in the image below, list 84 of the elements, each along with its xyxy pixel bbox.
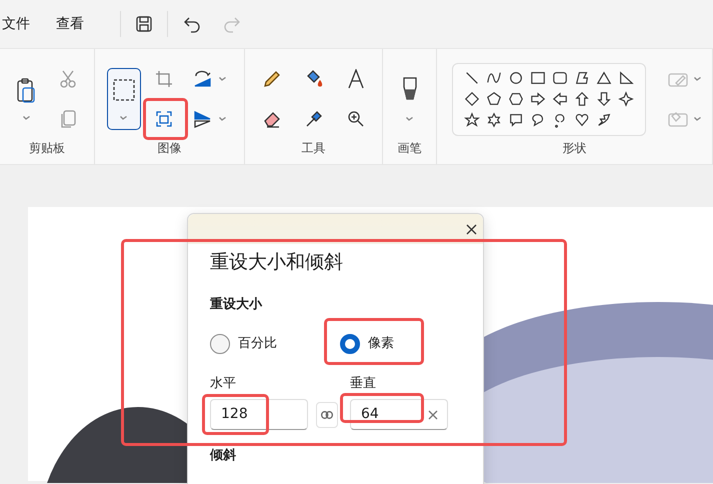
caret-icon bbox=[120, 116, 127, 120]
text-icon bbox=[346, 69, 364, 89]
rotate-icon bbox=[193, 70, 213, 88]
pentagon-icon bbox=[486, 91, 502, 107]
section-heading: 倾斜 bbox=[210, 446, 237, 464]
polygon-icon bbox=[574, 70, 590, 86]
eraser-button[interactable] bbox=[262, 110, 280, 128]
copy-icon bbox=[60, 110, 76, 128]
color-picker-button[interactable] bbox=[304, 110, 322, 128]
caret-icon bbox=[219, 77, 226, 81]
diamond-icon bbox=[464, 91, 480, 107]
eraser-icon bbox=[262, 110, 280, 128]
section-heading: 重设大小 bbox=[210, 296, 264, 314]
caret-icon bbox=[219, 117, 226, 121]
copy-button[interactable] bbox=[60, 110, 76, 128]
left-arrow-icon bbox=[552, 91, 568, 107]
five-point-star-icon bbox=[464, 112, 480, 128]
caret-icon bbox=[406, 117, 413, 121]
six-point-star-icon bbox=[486, 112, 502, 128]
right-triangle-icon bbox=[618, 70, 634, 86]
rectangular-callout-icon bbox=[508, 112, 524, 128]
crop-button[interactable] bbox=[154, 70, 172, 88]
brush-icon bbox=[402, 77, 416, 101]
brush-button[interactable] bbox=[402, 77, 416, 121]
crop-icon bbox=[154, 70, 172, 88]
selection-button[interactable] bbox=[106, 68, 140, 130]
rounded-rectangle-icon bbox=[552, 70, 568, 86]
circle-icon bbox=[508, 70, 524, 86]
four-point-star-icon bbox=[618, 91, 634, 107]
group-label: 画笔 bbox=[398, 140, 422, 157]
radio-option[interactable]: 百分比 bbox=[210, 334, 340, 354]
rotate-button[interactable] bbox=[193, 70, 226, 88]
resize-button[interactable] bbox=[156, 111, 172, 127]
oval-callout-icon bbox=[530, 112, 546, 128]
up-arrow-icon bbox=[574, 91, 590, 107]
input-field[interactable]: 64 bbox=[350, 398, 448, 430]
resize-icon bbox=[156, 111, 172, 127]
paint-bucket-icon bbox=[304, 70, 322, 88]
pencil-button[interactable] bbox=[262, 70, 280, 88]
scissors-button[interactable] bbox=[59, 69, 77, 89]
line-icon bbox=[464, 70, 480, 86]
field-label: 垂直 bbox=[350, 375, 377, 393]
outline-icon bbox=[668, 71, 688, 87]
text-button[interactable] bbox=[346, 69, 364, 89]
magnifier-icon bbox=[346, 110, 364, 128]
group-label: 工具 bbox=[302, 140, 326, 157]
radio-option[interactable]: 像素 bbox=[340, 334, 470, 354]
color-picker-icon bbox=[304, 110, 322, 128]
group-label: 剪贴板 bbox=[29, 140, 65, 157]
save-icon[interactable] bbox=[135, 15, 153, 33]
down-arrow-icon bbox=[596, 91, 612, 107]
hexagon-icon bbox=[508, 91, 524, 107]
dashed-rectangle-icon bbox=[112, 78, 136, 102]
scissors-icon bbox=[59, 69, 77, 89]
input-field[interactable]: 128 bbox=[210, 398, 308, 430]
menu-item[interactable]: 文件 bbox=[2, 14, 44, 34]
field-label: 水平 bbox=[210, 375, 237, 393]
triangle-icon bbox=[596, 70, 612, 86]
right-arrow-icon bbox=[530, 91, 546, 107]
caret-icon bbox=[22, 116, 30, 120]
curve-icon bbox=[486, 70, 502, 86]
annotation-box bbox=[143, 98, 188, 140]
caret-icon bbox=[694, 117, 701, 121]
caret-icon bbox=[694, 77, 701, 81]
flip-button[interactable] bbox=[193, 110, 226, 128]
heart-icon bbox=[574, 112, 590, 128]
flip-icon bbox=[193, 110, 213, 128]
fill-icon bbox=[668, 111, 688, 127]
dialog-title: 重设大小和倾斜 bbox=[210, 250, 344, 275]
clear-icon[interactable] bbox=[428, 410, 438, 420]
group-label: 形状 bbox=[562, 140, 586, 157]
undo-icon[interactable] bbox=[182, 15, 202, 33]
menu-item[interactable]: 查看 bbox=[56, 14, 98, 34]
lightning-icon bbox=[596, 112, 612, 128]
magnifier-button[interactable] bbox=[346, 110, 364, 128]
paste-button[interactable] bbox=[16, 78, 36, 120]
paint-bucket-button[interactable] bbox=[304, 70, 322, 88]
link-button[interactable] bbox=[316, 402, 338, 428]
chain-link-icon bbox=[321, 410, 333, 418]
rectangle-icon bbox=[530, 70, 546, 86]
group-label: 图像 bbox=[158, 140, 182, 157]
paste-icon bbox=[16, 78, 36, 104]
pencil-icon bbox=[262, 70, 280, 88]
close-button[interactable] bbox=[466, 224, 476, 234]
